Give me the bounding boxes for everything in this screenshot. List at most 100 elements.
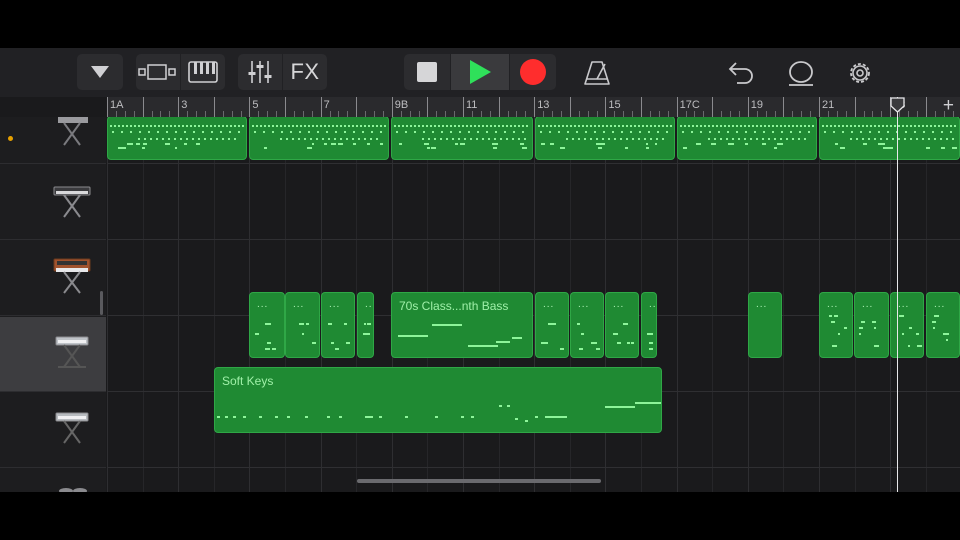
- midi-note: [476, 138, 478, 140]
- bass-region[interactable]: ...: [570, 292, 604, 358]
- midi-note: [662, 138, 664, 140]
- midi-note: [312, 342, 314, 344]
- bass-region[interactable]: ...: [890, 292, 924, 358]
- midi-note: [768, 125, 770, 127]
- midi-note: [772, 131, 774, 133]
- track-header-2[interactable]: [0, 165, 106, 240]
- play-button[interactable]: [451, 54, 509, 90]
- midi-note: [566, 138, 568, 140]
- bass-region[interactable]: ...: [819, 292, 853, 358]
- bass-region[interactable]: ...: [926, 292, 960, 358]
- track-header-6[interactable]: [0, 469, 106, 492]
- drum-region[interactable]: [249, 117, 389, 160]
- midi-note: [344, 131, 346, 133]
- midi-note: [862, 138, 864, 140]
- midi-note: [835, 143, 838, 145]
- midi-note: [781, 131, 783, 133]
- bass-region[interactable]: ...: [285, 292, 320, 358]
- midi-note: [233, 416, 236, 418]
- track-lane-2[interactable]: [107, 165, 960, 240]
- bass-region[interactable]: ...: [249, 292, 285, 358]
- midi-note: [869, 131, 871, 133]
- bass-region[interactable]: ...: [321, 292, 355, 358]
- midi-note: [335, 348, 339, 350]
- midi-note: [933, 327, 935, 329]
- playhead-handle[interactable]: [890, 97, 905, 113]
- track-header-5[interactable]: [0, 393, 106, 468]
- track-header-3[interactable]: [0, 241, 106, 316]
- midi-note: [840, 147, 845, 149]
- settings-button[interactable]: [844, 58, 876, 88]
- midi-note: [362, 131, 364, 133]
- midi-note: [622, 125, 624, 127]
- midi-note: [934, 138, 936, 140]
- midi-note: [808, 125, 810, 127]
- fx-button[interactable]: FX: [283, 54, 327, 90]
- midi-note: [380, 131, 382, 133]
- drum-region[interactable]: [535, 117, 675, 160]
- keyboard-view-button[interactable]: [181, 54, 225, 90]
- midi-note: [275, 416, 278, 418]
- midi-note: [610, 125, 612, 127]
- midi-note: [143, 143, 147, 145]
- track-header-4[interactable]: [0, 317, 106, 392]
- stop-button[interactable]: [404, 54, 450, 90]
- midi-note: [918, 125, 920, 127]
- mixer-button[interactable]: [238, 54, 282, 90]
- bass-region[interactable]: ...: [641, 292, 657, 358]
- midi-note: [800, 125, 802, 127]
- midi-note: [626, 125, 628, 127]
- gear-icon: [850, 63, 870, 83]
- track-header-1[interactable]: [0, 117, 106, 164]
- midi-note: [267, 342, 271, 344]
- midi-note: [302, 333, 304, 335]
- bass-region[interactable]: ...: [535, 292, 569, 358]
- midi-note: [578, 138, 580, 140]
- midi-note: [367, 323, 371, 325]
- midi-note: [254, 131, 256, 133]
- soft-keys-region[interactable]: Soft Keys: [214, 367, 662, 433]
- tracks-area[interactable]: ............ 70s Class...nth Bass........…: [107, 117, 960, 492]
- midi-note: [280, 138, 282, 140]
- midi-note: [572, 138, 574, 140]
- midi-note: [166, 125, 168, 127]
- record-button[interactable]: [510, 54, 556, 90]
- region-placeholder: ...: [649, 299, 657, 310]
- bass-region[interactable]: ...: [605, 292, 639, 358]
- drum-region[interactable]: [677, 117, 817, 160]
- midi-note: [340, 125, 342, 127]
- track-menu-button[interactable]: [77, 54, 123, 90]
- ruler-bar-label: 21: [822, 99, 835, 111]
- midi-note: [175, 147, 177, 149]
- drum-region[interactable]: [819, 117, 960, 160]
- tracks-view-button[interactable]: [136, 54, 180, 90]
- midi-note: [862, 125, 864, 127]
- drum-region[interactable]: [391, 117, 533, 160]
- bass-region[interactable]: 70s Class...nth Bass: [391, 292, 533, 358]
- metronome-button[interactable]: [581, 58, 613, 88]
- midi-note: [614, 138, 616, 140]
- bass-region[interactable]: ...: [748, 292, 782, 358]
- horizontal-scroll-indicator[interactable]: [357, 479, 601, 483]
- midi-note: [324, 143, 327, 145]
- midi-note: [928, 138, 930, 140]
- bass-region[interactable]: ...: [357, 292, 374, 358]
- bass-region[interactable]: ...: [854, 292, 889, 358]
- midi-note: [878, 131, 880, 133]
- midi-note: [308, 125, 310, 127]
- drum-region[interactable]: [107, 117, 247, 160]
- midi-note: [772, 125, 774, 127]
- midi-note: [238, 131, 240, 133]
- undo-button[interactable]: [725, 58, 757, 88]
- midi-note: [146, 125, 148, 127]
- midi-note: [833, 131, 835, 133]
- midi-note: [427, 147, 430, 149]
- midi-note: [934, 125, 936, 127]
- midi-note: [112, 131, 114, 133]
- midi-note: [324, 125, 326, 127]
- loop-browser-button[interactable]: [785, 58, 817, 88]
- timeline-ruler[interactable]: 1A3579B11131517C192123+: [107, 95, 960, 118]
- midi-note: [638, 125, 640, 127]
- midi-note: [680, 125, 682, 127]
- midi-note: [328, 125, 330, 127]
